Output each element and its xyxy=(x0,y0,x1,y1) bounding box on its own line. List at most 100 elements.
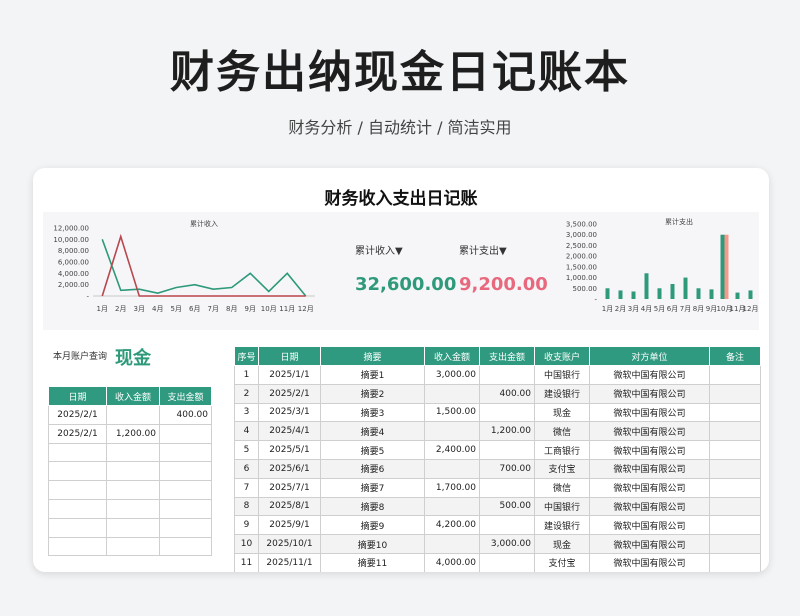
ledger-cell[interactable] xyxy=(479,365,535,385)
ledger-cell[interactable] xyxy=(709,458,761,479)
ledger-cell[interactable]: 微软中国有限公司 xyxy=(589,440,710,460)
ledger-cell[interactable] xyxy=(709,552,761,572)
ledger-cell[interactable]: 3,000.00 xyxy=(424,365,480,385)
ledger-cell[interactable]: 2025/9/1 xyxy=(258,515,321,536)
ledger-cell[interactable]: 微软中国有限公司 xyxy=(589,458,710,479)
ledger-cell[interactable]: 摘要3 xyxy=(320,402,425,423)
ledger-cell[interactable]: 500.00 xyxy=(479,496,535,517)
side-table-cell[interactable] xyxy=(106,405,160,425)
side-table-cell[interactable] xyxy=(48,517,107,538)
ledger-cell[interactable]: 微软中国有限公司 xyxy=(589,534,710,554)
ledger-cell[interactable] xyxy=(424,458,480,479)
side-table-cell[interactable] xyxy=(159,423,212,444)
ledger-cell[interactable]: 2025/2/1 xyxy=(258,383,321,404)
side-table-cell[interactable] xyxy=(106,442,160,463)
ledger-cell[interactable]: 2025/11/1 xyxy=(258,552,321,572)
ledger-cell[interactable]: 微信 xyxy=(534,421,590,442)
ledger-cell[interactable] xyxy=(709,440,761,460)
ledger-cell[interactable] xyxy=(424,383,480,404)
ledger-cell[interactable]: 微软中国有限公司 xyxy=(589,383,710,404)
ledger-cell[interactable] xyxy=(479,440,535,460)
side-table-cell[interactable]: 400.00 xyxy=(159,405,212,425)
ledger-cell[interactable]: 现金 xyxy=(534,534,590,554)
ledger-cell[interactable] xyxy=(479,402,535,423)
ledger-cell[interactable] xyxy=(424,534,480,554)
ledger-cell[interactable] xyxy=(709,402,761,423)
ledger-cell[interactable]: 11 xyxy=(234,552,259,572)
ledger-cell[interactable]: 摘要11 xyxy=(320,552,425,572)
ledger-cell[interactable]: 1,200.00 xyxy=(479,421,535,442)
side-table-cell[interactable] xyxy=(159,480,212,500)
ledger-cell[interactable]: 8 xyxy=(234,496,259,517)
ledger-cell[interactable]: 4 xyxy=(234,421,259,442)
ledger-cell[interactable]: 5 xyxy=(234,440,259,460)
ledger-cell[interactable]: 3,000.00 xyxy=(479,534,535,554)
expense-total-label[interactable]: 累计支出▼ xyxy=(459,242,507,257)
side-table-cell[interactable]: 2025/2/1 xyxy=(48,423,107,444)
ledger-cell[interactable]: 建设银行 xyxy=(534,515,590,536)
ledger-cell[interactable]: 2025/6/1 xyxy=(258,458,321,479)
ledger-cell[interactable] xyxy=(709,421,761,442)
ledger-cell[interactable]: 1,700.00 xyxy=(424,477,480,498)
side-table-cell[interactable] xyxy=(48,461,107,482)
side-table-cell[interactable] xyxy=(48,480,107,500)
ledger-cell[interactable] xyxy=(424,496,480,517)
ledger-cell[interactable]: 3 xyxy=(234,402,259,423)
ledger-cell[interactable] xyxy=(709,515,761,536)
ledger-cell[interactable] xyxy=(709,477,761,498)
ledger-cell[interactable]: 2 xyxy=(234,383,259,404)
ledger-cell[interactable]: 微软中国有限公司 xyxy=(589,552,710,572)
ledger-cell[interactable]: 7 xyxy=(234,477,259,498)
income-total-label[interactable]: 累计收入▼ xyxy=(355,242,403,257)
ledger-cell[interactable]: 摘要7 xyxy=(320,477,425,498)
ledger-cell[interactable]: 摘要2 xyxy=(320,383,425,404)
side-table-cell[interactable] xyxy=(159,517,212,538)
ledger-cell[interactable]: 400.00 xyxy=(479,383,535,404)
ledger-cell[interactable]: 1 xyxy=(234,365,259,385)
side-table-cell[interactable] xyxy=(106,461,160,482)
ledger-cell[interactable] xyxy=(709,383,761,404)
ledger-cell[interactable]: 6 xyxy=(234,458,259,479)
ledger-cell[interactable]: 建设银行 xyxy=(534,383,590,404)
ledger-cell[interactable]: 1,500.00 xyxy=(424,402,480,423)
ledger-cell[interactable]: 2025/8/1 xyxy=(258,496,321,517)
ledger-cell[interactable]: 支付宝 xyxy=(534,458,590,479)
side-table-cell[interactable]: 1,200.00 xyxy=(106,423,160,444)
ledger-cell[interactable]: 现金 xyxy=(534,402,590,423)
ledger-cell[interactable]: 2025/4/1 xyxy=(258,421,321,442)
side-table-cell[interactable] xyxy=(48,536,107,557)
ledger-cell[interactable]: 2025/3/1 xyxy=(258,402,321,423)
ledger-cell[interactable] xyxy=(479,477,535,498)
side-table-cell[interactable] xyxy=(106,480,160,500)
side-table-cell[interactable] xyxy=(106,498,160,519)
ledger-cell[interactable]: 9 xyxy=(234,515,259,536)
ledger-cell[interactable]: 摘要9 xyxy=(320,515,425,536)
ledger-cell[interactable]: 4,000.00 xyxy=(424,552,480,572)
ledger-cell[interactable] xyxy=(479,515,535,536)
ledger-cell[interactable]: 微软中国有限公司 xyxy=(589,421,710,442)
ledger-cell[interactable]: 摘要8 xyxy=(320,496,425,517)
ledger-cell[interactable]: 2025/7/1 xyxy=(258,477,321,498)
side-table-cell[interactable] xyxy=(106,517,160,538)
ledger-cell[interactable]: 中国银行 xyxy=(534,365,590,385)
ledger-cell[interactable]: 摘要4 xyxy=(320,421,425,442)
ledger-cell[interactable]: 摘要6 xyxy=(320,458,425,479)
ledger-cell[interactable] xyxy=(709,534,761,554)
ledger-cell[interactable]: 2025/10/1 xyxy=(258,534,321,554)
side-table-cell[interactable] xyxy=(159,442,212,463)
side-table-cell[interactable] xyxy=(48,442,107,463)
side-table-cell[interactable] xyxy=(159,498,212,519)
ledger-cell[interactable]: 微信 xyxy=(534,477,590,498)
ledger-cell[interactable]: 摘要1 xyxy=(320,365,425,385)
ledger-cell[interactable]: 2025/1/1 xyxy=(258,365,321,385)
ledger-cell[interactable] xyxy=(424,421,480,442)
ledger-cell[interactable]: 支付宝 xyxy=(534,552,590,572)
ledger-cell[interactable]: 10 xyxy=(234,534,259,554)
ledger-cell[interactable] xyxy=(709,496,761,517)
ledger-cell[interactable]: 4,200.00 xyxy=(424,515,480,536)
side-table-cell[interactable] xyxy=(159,536,212,557)
ledger-cell[interactable]: 2025/5/1 xyxy=(258,440,321,460)
ledger-cell[interactable] xyxy=(709,365,761,385)
ledger-cell[interactable]: 2,400.00 xyxy=(424,440,480,460)
ledger-cell[interactable]: 工商银行 xyxy=(534,440,590,460)
